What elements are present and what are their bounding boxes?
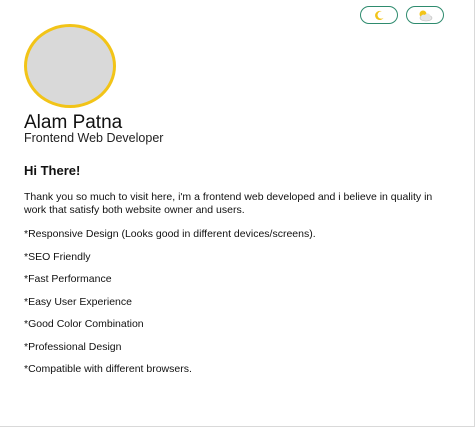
feature-item: *SEO Friendly [24,250,91,263]
profile-role: Frontend Web Developer [24,131,164,145]
feature-item: *Professional Design [24,340,122,353]
moon-icon [374,10,385,21]
feature-item: *Responsive Design (Looks good in differ… [24,228,316,240]
feature-list: *Responsive Design (Looks good in differ… [24,228,454,376]
sun-cloud-icon [416,9,434,22]
feature-item: *Compatible with different browsers. [24,363,192,375]
greeting-heading: Hi There! [24,163,81,178]
feature-item: *Good Color Combination [24,318,144,330]
avatar [24,24,116,108]
dark-mode-button[interactable] [360,6,398,24]
feature-item: *Easy User Experience [24,295,132,308]
feature-item: *Fast Performance [24,273,112,285]
theme-toggle-group [360,6,444,24]
intro-paragraph: Thank you so much to visit here, i'm a f… [24,191,433,216]
light-mode-button[interactable] [406,6,444,24]
about-section: Hi There! Thank you so much to visit her… [24,163,454,386]
